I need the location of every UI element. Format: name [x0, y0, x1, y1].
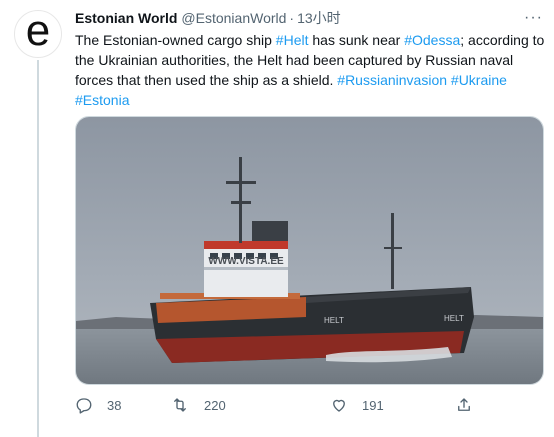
- reply-button[interactable]: 38: [75, 396, 121, 414]
- retweet-icon: [174, 398, 186, 412]
- share-button[interactable]: [455, 396, 473, 414]
- mast-yard: [226, 181, 256, 184]
- share-icon: [458, 398, 470, 411]
- deck-line: [204, 267, 288, 270]
- funnel: [252, 221, 288, 241]
- tweet-text-part: has sunk near: [308, 32, 405, 48]
- tweet-actions: 38 220 191: [75, 396, 475, 420]
- tweet-text: The Estonian-owned cargo ship #Helt has …: [75, 30, 547, 110]
- author-handle[interactable]: @EstonianWorld: [181, 10, 286, 26]
- author-display-name[interactable]: Estonian World: [75, 10, 177, 26]
- reply-count: 38: [107, 397, 122, 413]
- retweet-button[interactable]: 220: [171, 396, 226, 414]
- header-separator: ·: [289, 10, 295, 26]
- hashtag-link[interactable]: #Russianinvasion: [337, 72, 447, 88]
- bridge-stripe: [204, 241, 288, 249]
- fore-mast-yard: [384, 247, 402, 249]
- heart-icon: [333, 399, 345, 412]
- tweet-header: Estonian World @EstonianWorld · 13小时: [75, 8, 543, 28]
- thread-line: [37, 60, 39, 437]
- retweet-count: 220: [204, 397, 226, 413]
- main-mast: [239, 157, 242, 243]
- tweet-timestamp[interactable]: 13小时: [297, 8, 341, 28]
- hashtag-link[interactable]: #Estonia: [75, 92, 129, 108]
- hull-name-bow: HELT: [444, 314, 464, 323]
- tweet[interactable]: e Estonian World @EstonianWorld · 13小时 ·…: [0, 0, 554, 437]
- avatar[interactable]: e: [14, 10, 62, 58]
- tweet-text-part: The Estonian-owned cargo ship: [75, 32, 276, 48]
- mast-yard: [231, 201, 251, 204]
- ship-photo-illustration: WWW.VISTA.EE HELT HELT: [76, 117, 543, 384]
- tweet-photo[interactable]: WWW.VISTA.EE HELT HELT: [75, 116, 544, 385]
- hashtag-link[interactable]: #Odessa: [404, 32, 460, 48]
- hashtag-link[interactable]: #Helt: [276, 32, 309, 48]
- more-options-icon[interactable]: ···: [524, 8, 543, 28]
- reply-icon: [76, 398, 92, 414]
- like-button[interactable]: 191: [330, 396, 384, 414]
- sign-text: WWW.VISTA.EE: [208, 256, 284, 267]
- hull-name-side: HELT: [324, 316, 344, 325]
- like-count: 191: [362, 397, 384, 413]
- tweet-content: Estonian World @EstonianWorld · 13小时 ···…: [75, 8, 544, 110]
- avatar-logo-letter: e: [25, 10, 51, 55]
- fore-mast: [391, 213, 394, 289]
- hashtag-link[interactable]: #Ukraine: [451, 72, 507, 88]
